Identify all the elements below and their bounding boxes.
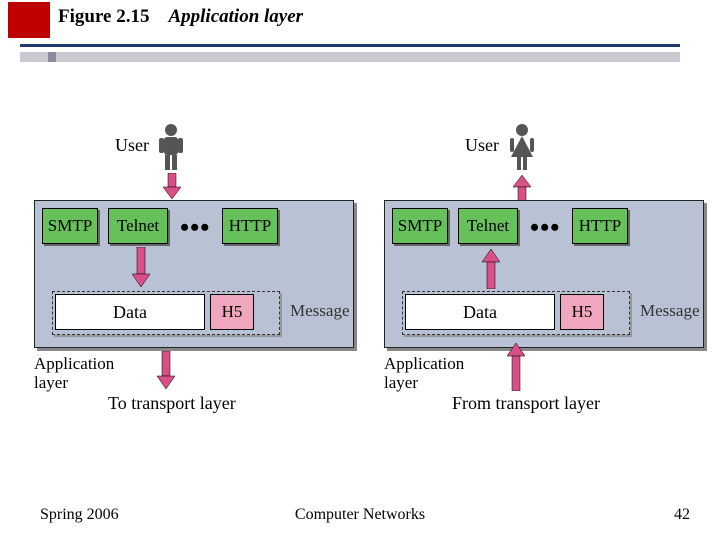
data-box-right: Data bbox=[405, 294, 555, 330]
diagram: User SMTP Telnet ••• HTTP Data H5 Messag… bbox=[0, 95, 720, 495]
footer-page-number: 42 bbox=[674, 506, 690, 524]
data-box-left: Data bbox=[55, 294, 205, 330]
message-label-right: Message bbox=[640, 301, 699, 321]
footer-course: Computer Networks bbox=[0, 506, 720, 524]
user-male-icon bbox=[158, 123, 184, 171]
ellipsis-right: ••• bbox=[530, 213, 560, 243]
h5-header-box-right: H5 bbox=[560, 294, 604, 330]
arrow-up-icon bbox=[482, 247, 500, 294]
protocol-smtp-left: SMTP bbox=[42, 208, 98, 244]
transport-label-left: To transport layer bbox=[108, 393, 236, 414]
transport-label-right: From transport layer bbox=[452, 393, 600, 414]
protocol-http-left: HTTP bbox=[222, 208, 278, 244]
header-rule-dark bbox=[20, 44, 680, 47]
slide-header: Figure 2.15 Application layer bbox=[0, 0, 720, 60]
figure-title: Figure 2.15 Application layer bbox=[58, 6, 303, 28]
h5-header-box-left: H5 bbox=[210, 294, 254, 330]
ellipsis-left: ••• bbox=[180, 213, 210, 243]
header-rule-grey bbox=[20, 52, 680, 62]
user-label-right: User bbox=[465, 135, 499, 156]
figure-number: Figure 2.15 bbox=[58, 6, 149, 27]
figure-name: Application layer bbox=[168, 6, 303, 27]
protocol-telnet-left: Telnet bbox=[108, 208, 168, 244]
app-layer-label-right: Application layer bbox=[384, 355, 464, 392]
arrow-down-icon bbox=[132, 247, 150, 294]
message-label-left: Message bbox=[290, 301, 349, 321]
app-layer-label-left: Application layer bbox=[34, 355, 114, 392]
user-label-left: User bbox=[115, 135, 149, 156]
user-female-icon bbox=[508, 123, 536, 171]
arrow-down-icon bbox=[157, 351, 175, 396]
header-accent-square bbox=[8, 2, 50, 38]
slide-footer: Spring 2006 Computer Networks 42 bbox=[0, 506, 720, 536]
protocol-smtp-right: SMTP bbox=[392, 208, 448, 244]
protocol-http-right: HTTP bbox=[572, 208, 628, 244]
protocol-telnet-right: Telnet bbox=[458, 208, 518, 244]
arrow-up-icon bbox=[507, 341, 525, 396]
